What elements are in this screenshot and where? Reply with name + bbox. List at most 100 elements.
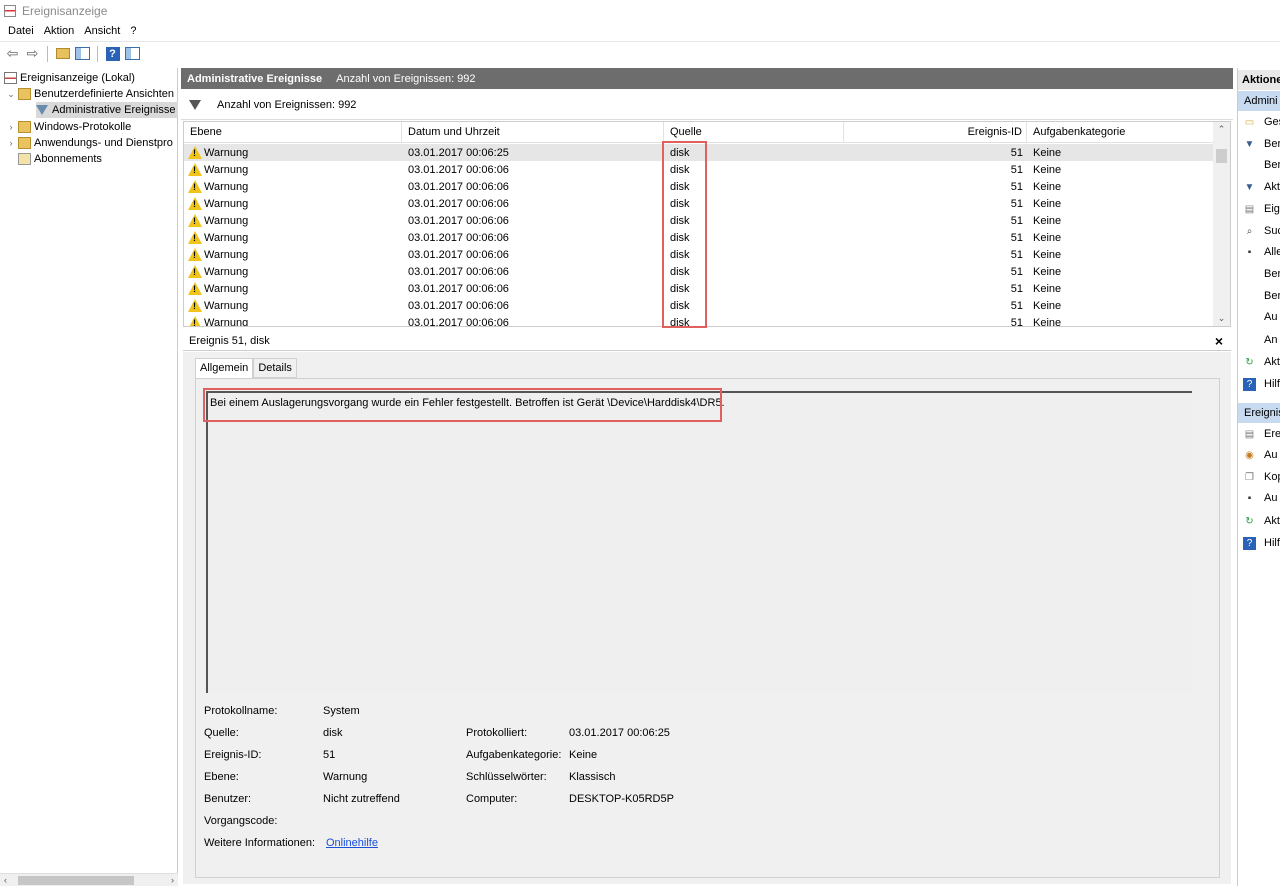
warning-icon [188,299,202,312]
label-keywords: Schlüsselwörter: [466,771,547,783]
action-label: Akt [1264,515,1280,527]
action-label: Ere [1264,428,1280,440]
action-label: An [1264,334,1278,346]
menu-view[interactable]: Ansicht [80,25,126,37]
cell-task-category: Keine [1033,265,1062,278]
cell-task-category: Keine [1033,231,1062,244]
cell-date: 03.01.2017 00:06:06 [408,299,509,312]
cell-level: Warnung [184,282,402,295]
level-text: Warnung [204,146,249,159]
show-hide-tree-button[interactable] [74,45,91,62]
column-header-task-category[interactable]: Aufgabenkategorie [1027,122,1214,143]
cell-date: 03.01.2017 00:06:06 [408,265,509,278]
tree-item-admin-events[interactable]: Administrative Ereignisse [36,102,178,118]
action-item[interactable]: ? Hilf [1238,533,1280,553]
toolbar: ⇦ ⇨ ? [0,41,1280,65]
action-item[interactable]: ? Hilf [1238,374,1280,394]
detail-tabs: Allgemein Details [195,358,297,379]
action-item[interactable]: ▼ Ber [1238,134,1280,154]
action-item[interactable]: ◉ Au [1238,445,1277,465]
action-item[interactable]: Ber [1238,155,1280,175]
warning-icon [188,214,202,227]
event-description[interactable]: Bei einem Auslagerungsvorgang wurde ein … [206,391,1192,693]
action-item[interactable]: ▼ Akt [1238,177,1280,197]
tree-item-windows-logs[interactable]: › Windows-Protokolle [6,119,131,135]
source-highlight-box [662,141,707,328]
action-item[interactable]: ▤ Ere [1238,424,1280,444]
forward-arrow-icon[interactable]: ⇨ [24,45,41,62]
cell-event-id: 51 [1010,316,1023,327]
actions-pane: Aktione Admini ▭ Ges ▼ Ber Ber ▼ Akt ▤ Eig ⌕ Suc ▪ A… [1237,68,1280,886]
action-label: Au [1264,449,1278,461]
scroll-down-icon[interactable]: ⌄ [1213,313,1230,324]
scroll-right-icon[interactable]: › [171,874,174,886]
folder-icon: ▭ [1244,116,1255,128]
action-label: Hilf [1264,378,1280,390]
refresh-icon: ↻ [1245,356,1254,368]
tree-item-app-logs[interactable]: › Anwendungs- und Dienstpro [6,135,173,151]
actions-section-view[interactable]: Admini [1238,91,1280,111]
action-item[interactable]: An [1238,330,1277,350]
tree-horizontal-scrollbar[interactable]: ‹ › [0,873,178,886]
chevron-right-icon[interactable]: › [6,122,16,132]
tab-details[interactable]: Details [253,358,297,378]
title-bar: Ereignisanzeige [0,0,1280,21]
action-label: Alle [1264,246,1280,258]
level-text: Warnung [204,163,249,176]
show-hide-action-pane-button[interactable] [124,45,141,62]
action-item[interactable]: ▪ Au [1238,488,1278,508]
tree-item-root[interactable]: Ereignisanzeige (Lokal) [4,70,135,86]
detail-pane: Allgemein Details Bei einem Auslagerungs… [183,352,1231,884]
menu-help[interactable]: ? [126,25,142,37]
back-arrow-icon[interactable]: ⇦ [4,45,21,62]
attach-icon: ◉ [1245,449,1254,461]
action-item[interactable]: ▭ Ges [1238,112,1280,132]
action-label: Au [1264,311,1278,323]
column-header-event-id[interactable]: Ereignis-ID [844,122,1027,143]
column-header-level[interactable]: Ebene [184,122,402,143]
chevron-right-icon[interactable]: › [6,138,16,148]
help-button[interactable]: ? [104,45,121,62]
column-header-source[interactable]: Quelle [664,122,844,143]
scroll-left-icon[interactable]: ‹ [4,874,7,886]
column-header-date[interactable]: Datum und Uhrzeit [402,122,664,143]
action-item[interactable]: ▤ Eig [1238,199,1280,219]
menu-action[interactable]: Aktion [40,25,81,37]
scrollbar-thumb[interactable] [1216,149,1227,163]
table-vertical-scrollbar[interactable]: ⌃ ⌄ [1213,122,1230,326]
action-item[interactable]: ❐ Kop [1238,467,1280,487]
close-icon[interactable]: × [1215,333,1223,349]
action-item[interactable]: ▪ Alle [1238,242,1280,262]
action-item[interactable]: ↻ Akt [1238,511,1280,531]
menu-file[interactable]: Datei [4,25,40,37]
action-item[interactable]: ↻ Akt [1238,352,1280,372]
actions-section-event[interactable]: Ereignis [1238,403,1280,423]
doc-icon: ▤ [1244,203,1255,215]
level-text: Warnung [204,299,249,312]
online-help-link[interactable]: Onlinehilfe [326,837,378,849]
tree-item-subscriptions[interactable]: Abonnements [18,151,102,167]
action-item[interactable]: Ber [1238,286,1280,306]
events-table: Ebene Datum und Uhrzeit Quelle Ereignis-… [183,121,1231,327]
scroll-up-icon[interactable]: ⌃ [1213,124,1230,135]
label-more-info: Weitere Informationen: [204,837,316,849]
cell-level: Warnung [184,299,402,312]
menu-bar: Datei Aktion Ansicht ? [0,21,1280,40]
cell-level: Warnung [184,163,402,176]
folder-icon [18,137,31,149]
window-title: Ereignisanzeige [22,3,108,18]
cell-event-id: 51 [1010,163,1023,176]
level-text: Warnung [204,248,249,261]
action-item[interactable]: Ber [1238,264,1280,284]
cell-event-id: 51 [1010,146,1023,159]
warning-icon [188,163,202,176]
chevron-down-icon[interactable]: ⌄ [6,89,16,100]
action-item[interactable]: Au [1238,307,1277,327]
tab-general[interactable]: Allgemein [195,358,254,379]
up-folder-button[interactable] [54,45,71,62]
tree-item-custom-views[interactable]: ⌄ Benutzerdefinierte Ansichten [6,86,174,102]
help-icon: ? [105,46,120,61]
scrollbar-thumb[interactable] [18,876,134,885]
action-item[interactable]: ⌕ Suc [1238,221,1280,241]
center-panel: Administrative Ereignisse Anzahl von Ere… [181,68,1233,886]
